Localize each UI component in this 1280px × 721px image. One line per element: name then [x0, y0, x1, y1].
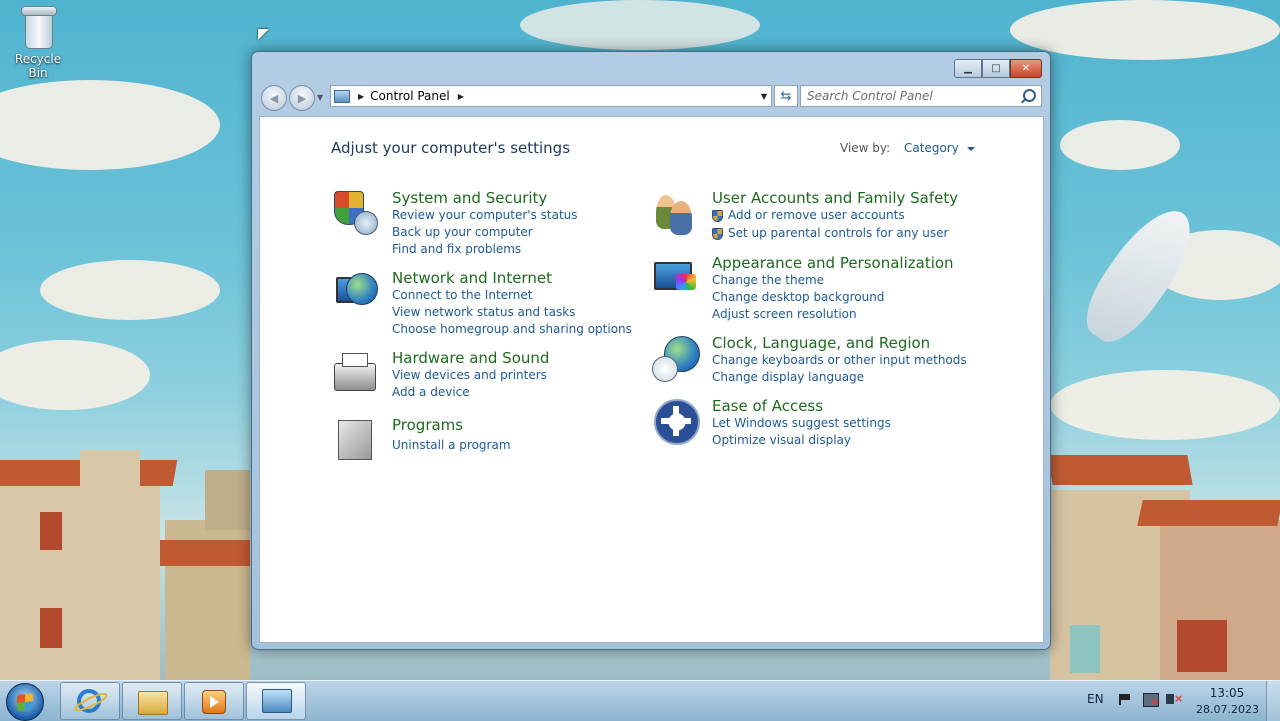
category-link[interactable]: Review your computer's status	[392, 207, 578, 224]
action-center-flag-icon[interactable]	[1119, 694, 1133, 705]
category-link[interactable]: Let Windows suggest settings	[712, 415, 891, 432]
uac-shield-icon	[712, 227, 723, 240]
category-title[interactable]: Appearance and Personalization	[712, 254, 954, 272]
forward-arrow-icon: ▶	[297, 91, 307, 105]
category-link[interactable]: Add or remove user accounts	[712, 207, 958, 224]
category-link[interactable]: Adjust screen resolution	[712, 306, 954, 323]
network-disconnected-icon[interactable]	[1143, 693, 1159, 708]
programs-box-icon[interactable]	[332, 418, 380, 466]
category-link[interactable]: Connect to the Internet	[392, 287, 632, 304]
breadcrumb-control-panel[interactable]: Control Panel	[370, 89, 450, 103]
category-title[interactable]: User Accounts and Family Safety	[712, 189, 958, 207]
search-input[interactable]	[801, 88, 1019, 104]
recycle-bin[interactable]: Recycle Bin	[6, 6, 70, 80]
clock-globe-icon[interactable]	[652, 336, 700, 384]
control-panel-small-icon	[334, 89, 350, 103]
category-title[interactable]: Programs	[392, 416, 511, 434]
taskbar-internet-explorer[interactable]	[60, 682, 120, 720]
category-link[interactable]: Back up your computer	[392, 224, 578, 241]
taskbar-media-player[interactable]	[184, 682, 244, 720]
taskbar: EN 13:05 28.07.2023	[0, 680, 1280, 721]
clock-date[interactable]: 28.07.2023	[1196, 703, 1259, 716]
internet-explorer-icon	[77, 689, 101, 713]
window-caption-buttons: ▁ □ ✕	[954, 59, 1042, 78]
refresh-icon: ⇆	[780, 88, 792, 104]
search-icon[interactable]	[1023, 89, 1036, 102]
close-button[interactable]: ✕	[1010, 59, 1042, 78]
content-pane: Adjust your computer's settings View by:…	[259, 116, 1044, 643]
category-title[interactable]: Hardware and Sound	[392, 349, 549, 367]
system-security-icon[interactable]	[332, 191, 380, 239]
category-title[interactable]: Ease of Access	[712, 397, 891, 415]
media-player-icon	[202, 690, 226, 714]
category-link[interactable]: Add a device	[392, 384, 549, 401]
users-icon[interactable]	[652, 191, 700, 239]
recent-pages-dropdown[interactable]: ▼	[317, 93, 323, 102]
view-by-dropdown[interactable]: Category	[904, 141, 959, 155]
start-button[interactable]	[6, 683, 44, 721]
chevron-down-icon[interactable]	[966, 146, 975, 151]
category-link[interactable]: Change keyboards or other input methods	[712, 352, 967, 369]
category-link[interactable]: Change the theme	[712, 272, 954, 289]
control-panel-icon	[262, 689, 292, 713]
taskbar-control-panel[interactable]	[246, 682, 306, 720]
category-link[interactable]: Uninstall a program	[392, 437, 511, 454]
ease-of-access-icon[interactable]	[652, 399, 700, 447]
show-desktop-button[interactable]	[1266, 681, 1280, 721]
address-bar[interactable]: ▶ Control Panel ▶ ▼	[330, 85, 772, 107]
back-button[interactable]: ◀	[261, 85, 287, 111]
refresh-button[interactable]: ⇆	[774, 85, 798, 107]
network-globe-icon[interactable]	[332, 271, 380, 319]
category-link[interactable]: Change display language	[712, 369, 967, 386]
category-link[interactable]: View network status and tasks	[392, 304, 632, 321]
control-panel-window: ▁ □ ✕ ◀ ▶ ▼ ▶ Control Panel ▶ ▼ ⇆ Adjust…	[251, 51, 1051, 650]
address-dropdown-icon[interactable]: ▼	[761, 92, 767, 101]
clock-time[interactable]: 13:05	[1196, 686, 1258, 700]
category-link[interactable]: View devices and printers	[392, 367, 549, 384]
windows-explorer-icon	[138, 691, 168, 715]
navigation-bar: ◀ ▶ ▼ ▶ Control Panel ▶ ▼ ⇆	[259, 84, 1043, 111]
taskbar-windows-explorer[interactable]	[122, 682, 182, 720]
recycle-bin-icon	[21, 6, 57, 49]
printer-icon[interactable]	[332, 351, 380, 399]
uac-shield-icon	[712, 209, 723, 222]
category-title[interactable]: Network and Internet	[392, 269, 632, 287]
forward-button[interactable]: ▶	[289, 85, 315, 111]
maximize-button[interactable]: □	[982, 59, 1010, 78]
view-by-label: View by:	[840, 141, 891, 155]
volume-muted-icon[interactable]	[1166, 692, 1183, 705]
breadcrumb-chevron-icon[interactable]: ▶	[458, 92, 464, 101]
language-indicator[interactable]: EN	[1087, 692, 1104, 706]
category-link[interactable]: Choose homegroup and sharing options	[392, 321, 632, 338]
monitor-color-icon[interactable]	[652, 256, 700, 304]
category-link[interactable]: Set up parental controls for any user	[712, 225, 958, 242]
category-title[interactable]: System and Security	[392, 189, 578, 207]
page-title: Adjust your computer's settings	[331, 139, 571, 157]
category-link[interactable]: Optimize visual display	[712, 432, 891, 449]
mouse-cursor-icon	[258, 29, 269, 40]
minimize-button[interactable]: ▁	[954, 59, 982, 78]
back-arrow-icon: ◀	[269, 91, 279, 105]
category-title[interactable]: Clock, Language, and Region	[712, 334, 967, 352]
view-by: View by: Category	[840, 141, 975, 155]
recycle-bin-label: Recycle Bin	[14, 52, 62, 80]
breadcrumb-separator-icon[interactable]: ▶	[358, 92, 364, 101]
category-link[interactable]: Find and fix problems	[392, 241, 578, 258]
search-box[interactable]	[800, 85, 1042, 107]
category-link[interactable]: Change desktop background	[712, 289, 954, 306]
